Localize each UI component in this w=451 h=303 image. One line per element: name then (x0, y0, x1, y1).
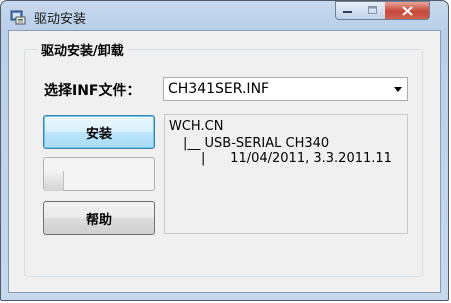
window-title: 驱动安装 (34, 12, 87, 27)
group-title: 驱动安装/卸载 (38, 40, 127, 59)
maximize-icon (367, 6, 377, 14)
install-button-label: 安装 (85, 126, 112, 142)
app-installer-icon (10, 9, 26, 25)
inf-file-label: 选择INF文件： (44, 83, 141, 99)
inf-file-value: CH341SER.INF (168, 81, 270, 97)
info-device: |__ USB-SERIAL CH340 (183, 136, 330, 151)
driver-info-panel: WCH.CN |__ USB-SERIAL CH340 | 11/04/2011… (164, 114, 408, 234)
title-bar[interactable]: 驱动安装 (1, 1, 448, 31)
inf-file-select[interactable]: CH341SER.INF (163, 77, 408, 101)
close-icon (401, 5, 413, 16)
install-button[interactable]: 安装 (43, 115, 155, 149)
uninstall-button[interactable] (43, 157, 155, 191)
minimize-button[interactable] (335, 1, 361, 20)
info-version: | 11/04/2011, 3.3.2011.11 (201, 151, 392, 166)
help-button[interactable]: 帮助 (43, 201, 155, 235)
button-face-shading (44, 171, 64, 191)
close-button[interactable] (385, 1, 430, 20)
minimize-icon (343, 10, 352, 13)
maximize-button[interactable] (360, 1, 386, 20)
help-button-label: 帮助 (85, 212, 112, 228)
info-vendor: WCH.CN (169, 119, 224, 134)
chevron-down-icon[interactable] (394, 87, 402, 92)
